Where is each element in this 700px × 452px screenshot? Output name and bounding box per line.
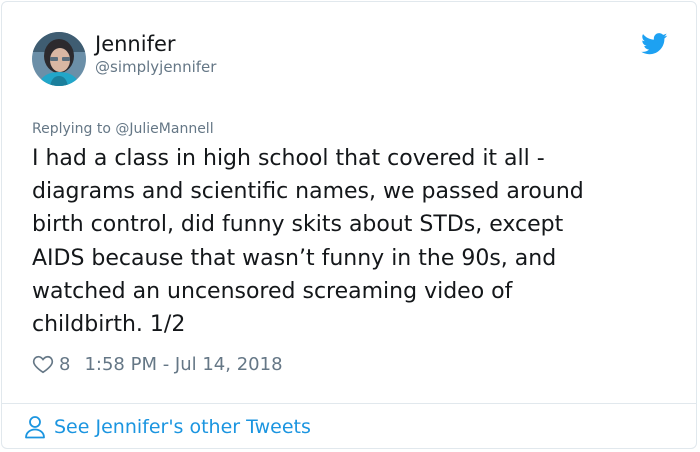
footer-divider <box>1 403 697 404</box>
author-handle[interactable]: @simplyjennifer <box>95 57 216 77</box>
avatar-image <box>32 32 86 86</box>
like-count[interactable]: 8 <box>59 354 70 375</box>
heart-icon[interactable] <box>32 353 54 375</box>
person-icon <box>25 416 45 439</box>
author-name[interactable]: Jennifer <box>95 30 176 58</box>
reply-to-handle-link[interactable]: @JulieMannell <box>115 121 213 137</box>
replying-to-prefix: Replying to <box>32 121 116 137</box>
tweet-meta: 8 1:58 PM - Jul 14, 2018 <box>32 350 283 378</box>
tweet-line: birth control, did funny skits about STD… <box>32 212 564 238</box>
tweet-line: I had a class in high school that covere… <box>32 146 545 171</box>
tweet-text: I had a class in high school that covere… <box>32 142 672 341</box>
tweet-line: diagrams and scientific names, we passed… <box>32 179 584 205</box>
tweet-line: AIDS because that wasn’t funny in the 90… <box>32 245 557 271</box>
tweet-line: childbirth. 1/2 <box>32 312 186 338</box>
tweet-line: watched an uncensored screaming video of <box>32 278 513 304</box>
see-other-tweets-link[interactable]: See Jennifer's other Tweets <box>24 413 311 441</box>
tweet-timestamp[interactable]: 1:58 PM - Jul 14, 2018 <box>84 354 282 375</box>
avatar[interactable] <box>32 32 86 86</box>
replying-to: Replying to @JulieMannell <box>32 119 214 139</box>
see-other-tweets-label: See Jennifer's other Tweets <box>54 416 311 438</box>
twitter-bird-icon[interactable] <box>641 33 668 55</box>
